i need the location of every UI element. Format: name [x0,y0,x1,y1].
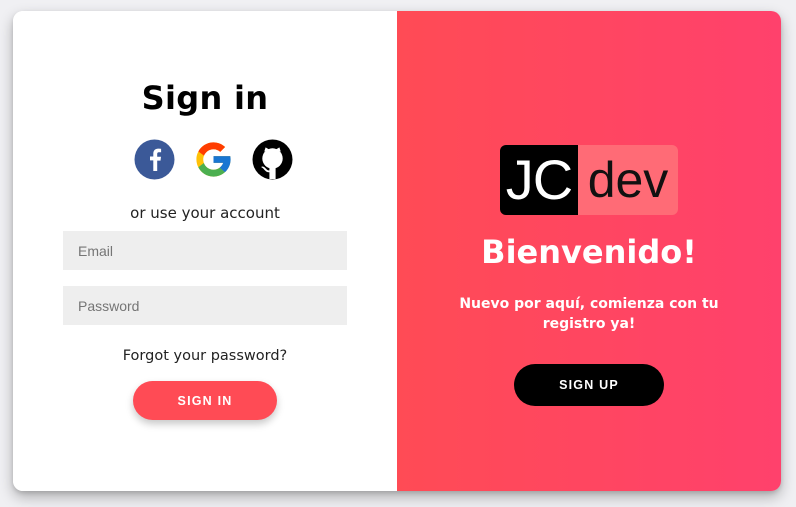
password-input[interactable] [63,286,347,325]
github-login-button[interactable] [252,139,293,180]
facebook-login-button[interactable] [134,139,175,180]
logo: JC dev [500,145,678,215]
welcome-title: Bienvenido! [481,233,697,271]
forgot-password-link[interactable]: Forgot your password? [13,348,397,364]
signin-panel: Sign in or use your account Email Forgot… [13,11,397,491]
welcome-panel: JC dev Bienvenido! Nuevo por aquí, comie… [397,11,781,491]
sign-in-button[interactable]: SIGN IN [133,381,277,420]
facebook-icon [134,139,175,180]
welcome-subtitle: Nuevo por aquí, comienza con tu registro… [459,296,719,332]
github-icon [252,139,293,180]
sign-up-button[interactable]: SIGN UP [514,364,664,406]
logo-jc-part: JC [500,145,578,215]
auth-card: Sign in or use your account Email Forgot… [13,11,781,491]
email-input[interactable] [63,231,347,270]
logo-dev-part: dev [578,145,678,215]
signin-title: Sign in [141,79,269,117]
social-login-group [134,139,293,181]
alt-login-text: or use your account [130,204,280,222]
google-login-button[interactable] [193,139,234,180]
google-icon [196,142,231,177]
